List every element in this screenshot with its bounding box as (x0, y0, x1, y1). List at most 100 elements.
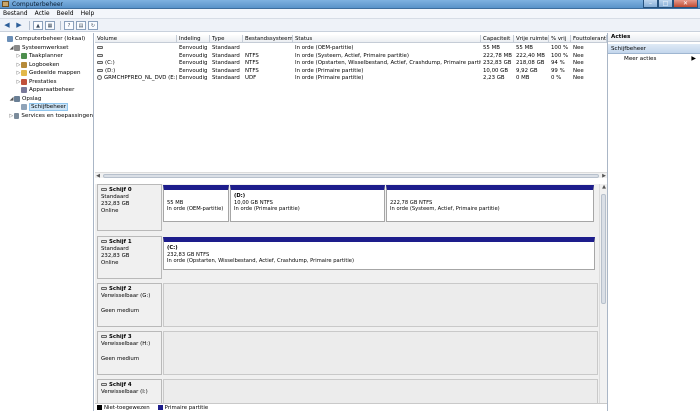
main-pane: Volume Indeling Type Bestandssysteem Sta… (95, 33, 607, 411)
tree-item[interactable]: Apparaatbeheer (0, 86, 93, 95)
empty-disk-area (163, 283, 598, 327)
volume-name: (C:) (105, 60, 115, 66)
tree-item[interactable]: Schijfbeheer (0, 103, 93, 112)
scroll-thumb[interactable] (601, 194, 606, 304)
disk-kind: Standaard (101, 246, 129, 252)
tree-item[interactable]: ▷ Logboeken (0, 61, 93, 70)
toolbar-separator (29, 20, 30, 30)
table-cell: In orde (Primaire partitie) (295, 75, 364, 81)
show-hide-tree-icon[interactable]: ▦ (45, 20, 55, 30)
disk-graphical-view: Schijf 0 Standaard 232,83 GB Online 55 MB In … (95, 184, 607, 411)
column-vrije-ruimte[interactable]: Vrije ruimte (514, 35, 549, 43)
column-fouttolerantie[interactable]: Fouttolerantie (571, 35, 607, 43)
table-cell: Standaard (212, 75, 240, 81)
forward-icon[interactable]: ▶ (14, 21, 24, 30)
column-volume[interactable]: Volume (95, 35, 177, 43)
back-icon[interactable]: ◀ (2, 21, 12, 30)
menu-help[interactable]: Help (81, 9, 95, 18)
tree-item[interactable]: ▷ Gedeelde mappen (0, 69, 93, 78)
disk-name-line: Schijf 2 (101, 286, 158, 293)
maximize-button[interactable]: □ (658, 0, 673, 8)
performance-icon (21, 78, 27, 85)
disk-name-line: Schijf 4 (101, 382, 158, 389)
window-title: Computerbeheer (12, 1, 63, 8)
table-row[interactable]: GRMCHPFREO_NL_DVD (E:) Eenvoudig Standaard… (95, 74, 607, 82)
tree-item-label: Taakplanner (29, 53, 63, 60)
tree-item-label: Opslag (22, 95, 42, 102)
disk-row: Schijf 0 Standaard 232,83 GB Online 55 MB In … (97, 184, 599, 231)
disk-kind: Standaard (101, 194, 129, 200)
tree-item-label: Prestaties (29, 78, 57, 85)
tree-item[interactable]: Computerbeheer (lokaal) (0, 35, 93, 44)
scroll-left-icon[interactable]: ◀ (95, 173, 101, 179)
log-icon (21, 61, 27, 68)
more-actions-link[interactable]: Meer acties ▶ (608, 54, 700, 64)
cd-icon (97, 75, 102, 80)
tree-item[interactable]: ◢ Opslag (0, 95, 93, 104)
column-indeling[interactable]: Indeling (177, 35, 210, 43)
tree-item[interactable]: ▷ Services en toepassingen (0, 112, 93, 121)
help-icon[interactable]: ? (64, 20, 74, 30)
column-bestandssysteem[interactable]: Bestandssysteem (243, 35, 293, 43)
disk-name: Schijf 0 (109, 187, 132, 193)
disk-state: Online (101, 208, 119, 214)
menu-bestand[interactable]: Bestand (3, 9, 28, 18)
disk-size: 232,83 GB (101, 253, 130, 259)
minimize-button[interactable]: – (643, 0, 658, 8)
legend-label: Niet-toegewezen (104, 404, 150, 411)
partition-status: In orde (Primaire partitie) (234, 206, 300, 212)
arrow-right-icon: ▶ (691, 55, 696, 62)
disk-row: Schijf 1 Standaard 232,83 GB Online (C:) 232,… (97, 236, 599, 279)
expand-arrow-icon[interactable]: ▷ (9, 113, 14, 119)
disk-name-line: Schijf 0 (101, 187, 158, 194)
table-cell: Nee (573, 75, 584, 81)
disk-kind: Verwisselbaar (H:) (101, 341, 151, 347)
up-folder-icon[interactable]: ▲ (33, 20, 43, 30)
menu-beeld[interactable]: Beeld (57, 9, 74, 18)
partition-block[interactable]: 222,78 GB NTFS In orde (Systeem, Actief, … (386, 185, 594, 222)
disk-label[interactable]: Schijf 2 Verwisselbaar (G:) Geen medium (97, 283, 162, 327)
empty-disk-area (163, 331, 598, 375)
table-cell: GRMCHPFREO_NL_DVD (E:) (95, 74, 177, 82)
partition-block[interactable]: 55 MB In orde (OEM-partitie) (163, 185, 229, 222)
disk-kind: Verwisselbaar (I:) (101, 389, 148, 395)
disk-label[interactable]: Schijf 3 Verwisselbaar (H:) Geen medium (97, 331, 162, 375)
partition-status: In orde (Systeem, Actief, Primaire parti… (390, 206, 500, 212)
disk-label[interactable]: Schijf 1 Standaard 232,83 GB Online (97, 236, 162, 279)
window-controls: – □ ✕ (643, 0, 698, 8)
disk-kind: Verwisselbaar (G:) (101, 293, 151, 299)
disk-icon (97, 61, 103, 64)
column-capaciteit[interactable]: Capaciteit (481, 35, 514, 43)
properties-icon[interactable]: ▤ (76, 20, 86, 30)
partition-block[interactable]: (D:) 10,00 GB NTFS In orde (Primaire parti… (230, 185, 385, 222)
actions-section-schijfbeheer[interactable]: Schijfbeheer (608, 44, 700, 54)
partition-block[interactable]: (C:) 232,83 GB NTFS In orde (Opstarten, Wi… (163, 237, 595, 270)
tree-item-label: Schijfbeheer (29, 103, 68, 112)
disk-label[interactable]: Schijf 0 Standaard 232,83 GB Online (97, 184, 162, 231)
tree-item-label: Services en toepassingen (21, 112, 93, 119)
disk-name: Schijf 1 (109, 239, 132, 245)
computer-management-icon (2, 1, 9, 7)
legend-swatch-unallocated (97, 405, 102, 410)
volume-name: GRMCHPFREO_NL_DVD (E:) (104, 75, 177, 81)
tree-item-label: Gedeelde mappen (29, 70, 81, 77)
close-button[interactable]: ✕ (673, 0, 698, 8)
tree-item[interactable]: ◢ Systeemwerkset (0, 44, 93, 53)
menu-actie[interactable]: Actie (35, 9, 50, 18)
storage-icon (14, 95, 20, 102)
disk-name-line: Schijf 1 (101, 239, 158, 246)
disk-row: Schijf 3 Verwisselbaar (H:) Geen medium (97, 331, 599, 375)
horizontal-scrollbar[interactable]: ◀ ▶ (95, 172, 607, 179)
volume-list-header: Volume Indeling Type Bestandssysteem Sta… (95, 35, 607, 43)
navigation-tree: Computerbeheer (lokaal) ◢ Systeemwerkset ▷ T… (0, 33, 94, 411)
disk-icon (97, 46, 103, 49)
tree-item[interactable]: ▷ Taakplanner (0, 52, 93, 61)
column-status[interactable]: Status (293, 35, 481, 43)
actions-header: Acties (608, 33, 700, 42)
scroll-thumb[interactable] (103, 174, 599, 178)
column-percent-vrij[interactable]: % vrij (549, 35, 571, 43)
column-type[interactable]: Type (210, 35, 243, 43)
refresh-icon[interactable]: ↻ (88, 20, 98, 30)
vertical-scrollbar[interactable]: ▲ (599, 184, 607, 403)
tree-item[interactable]: ▷ Prestaties (0, 78, 93, 87)
